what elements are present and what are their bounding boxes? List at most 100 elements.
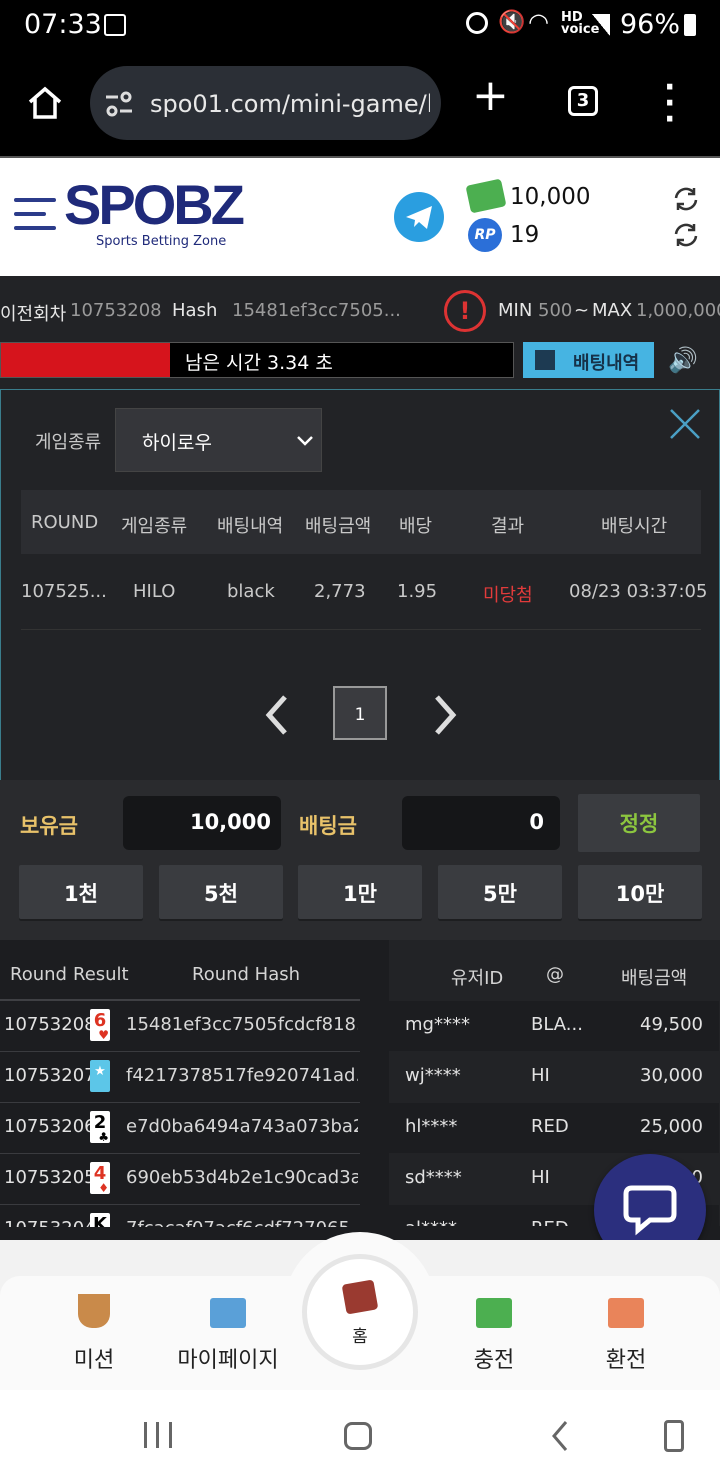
history-round: 10753205 (4, 1167, 96, 1188)
nav-item-withdraw[interactable]: 환전 (586, 1292, 666, 1373)
nav-deposit-label: 충전 (473, 1348, 515, 1373)
min-label: MIN (498, 300, 533, 321)
user-bet-row: wj**** HI 30,000 (389, 1052, 719, 1102)
prev-round-value: 10753208 (70, 300, 162, 321)
recent-apps-icon[interactable] (144, 1422, 172, 1448)
rp-value: 19 (510, 222, 540, 248)
next-page-icon[interactable] (431, 694, 459, 736)
logo-tagline: Sports Betting Zone (96, 234, 227, 249)
deposit-icon (476, 1298, 512, 1328)
chip-5k-button[interactable]: 5천 (159, 865, 283, 921)
user-amount: 49,500 (640, 1014, 703, 1035)
card-icon: K♣ (90, 1213, 110, 1227)
withdraw-icon (608, 1298, 644, 1328)
alarm-icon (466, 12, 488, 34)
money-icon (465, 178, 507, 214)
user-id: al**** (405, 1218, 457, 1226)
history-row: 10753206 2 ♣ e7d0ba6494a743a073ba2... (0, 1103, 360, 1154)
user-bet: BLA... (531, 1014, 583, 1035)
home-button-icon[interactable] (344, 1422, 372, 1450)
user-header-amount: 배팅금액 (621, 968, 688, 989)
bet-amount: 0 (529, 810, 544, 834)
history-hash: 15481ef3cc7505fcdcf818... (126, 1014, 358, 1035)
user-bet: RED (531, 1116, 569, 1137)
history-hash: f4217378517fe920741ad... (126, 1065, 358, 1086)
signal-icon (592, 14, 610, 36)
nav-item-home[interactable]: 홈 (284, 1232, 436, 1382)
bet-controls: 보유금 10,000 배팅금 0 정정 1천 5천 1만 5만 10만 (0, 780, 720, 940)
refresh-balance-icon[interactable] (672, 186, 700, 212)
card-rank: K (93, 1214, 107, 1227)
more-icon[interactable]: · · · (664, 73, 675, 135)
home-icon[interactable] (26, 84, 64, 122)
max-value: 1,000,000 (636, 300, 720, 321)
hash-value: 15481ef3cc7505... (232, 300, 401, 321)
status-time: 07:33 (24, 9, 102, 40)
user-bet: RED (531, 1218, 569, 1226)
back-icon[interactable] (550, 1420, 570, 1452)
site-settings-icon[interactable] (104, 90, 134, 118)
tabs-icon[interactable]: 3 (568, 86, 598, 116)
battery-percent: 96% (619, 9, 680, 40)
chip-1k-button[interactable]: 1천 (19, 865, 143, 921)
user-bet: HI (531, 1065, 550, 1086)
cell-amount: 2,773 (314, 581, 366, 602)
prev-round-label: 이전회차 (0, 304, 67, 325)
chip-50k-button[interactable]: 5만 (438, 865, 562, 921)
game-info-bar: 이전회차 10753208 Hash 15481ef3cc7505... ! M… (0, 276, 720, 390)
history-row: 10753204 K♣ 7fcacaf07acf6cdf727065... (0, 1205, 360, 1227)
dice-icon (341, 1279, 379, 1315)
chip-10k-button[interactable]: 1만 (298, 865, 422, 921)
browser-toolbar: spo01.com/mini-game/hilo + 3 ··· (0, 52, 720, 156)
history-row: 10753205 4 ♦ 690eb53d4b2e1c90cad3a... (0, 1154, 360, 1205)
url-text[interactable]: spo01.com/mini-game/hilo (150, 90, 430, 118)
card-suit: ♥ (98, 1028, 109, 1042)
cell-result: 미당첨 (483, 585, 533, 606)
rp-icon: RP (468, 218, 502, 252)
prev-page-icon[interactable] (263, 694, 291, 736)
joker-card-icon: ★ (90, 1060, 110, 1092)
telegram-icon[interactable] (394, 192, 444, 242)
history-header-result: Result (73, 964, 129, 985)
user-id: sd**** (405, 1167, 462, 1188)
history-hash: 7fcacaf07acf6cdf727065... (126, 1218, 358, 1227)
page-number[interactable]: 1 (333, 686, 387, 740)
cell-bet: black (227, 581, 275, 602)
card-suit: ♣ (98, 1130, 109, 1144)
user-bet-row: hl**** RED 25,000 (389, 1103, 719, 1153)
rotate-icon[interactable] (664, 1420, 684, 1452)
hash-label: Hash (172, 300, 218, 321)
card-icon: 4 ♦ (90, 1162, 110, 1194)
user-amount: 25,000 (640, 1116, 703, 1137)
nav-mypage-label: 마이페이지 (177, 1348, 279, 1373)
history-row: 10753207 ★ f4217378517fe920741ad... (0, 1052, 360, 1103)
warning-icon[interactable]: ! (444, 290, 486, 332)
betting-history-button[interactable]: 배팅내역 (523, 342, 654, 378)
list-icon (535, 350, 555, 370)
speaker-icon[interactable]: 🔊 (668, 346, 698, 374)
nav-item-mypage[interactable]: 마이페이지 (176, 1292, 280, 1373)
site-logo[interactable]: SPOBZ (64, 172, 245, 237)
refresh-rp-icon[interactable] (672, 222, 700, 248)
menu-icon[interactable] (14, 198, 56, 230)
card-icon: 6 ♥ (90, 1009, 110, 1041)
nav-item-mission[interactable]: 미션 (54, 1292, 134, 1373)
user-bet: HI (531, 1167, 550, 1188)
history-round: 10753206 (4, 1116, 96, 1137)
user-header-at: @ (546, 964, 564, 985)
history-row: 10753208 6 ♥ 15481ef3cc7505fcdcf818... (0, 1001, 360, 1052)
holding-label: 보유금 (20, 814, 78, 838)
bet-history-panel: 게임종류 하이로우 ROUND 게임종류 배팅내역 배팅금액 배당 결과 배팅시… (0, 389, 720, 781)
bet-amount-field[interactable]: 0 (402, 796, 560, 850)
cell-round: 107525... (21, 581, 107, 602)
correct-button[interactable]: 정정 (578, 794, 700, 852)
timer-text: 남은 시간 3.34 초 (185, 352, 333, 374)
balance-value: 10,000 (510, 184, 591, 210)
history-round: 10753204 (4, 1218, 96, 1227)
timer-bar: 남은 시간 3.34 초 (0, 342, 514, 378)
add-tab-icon[interactable]: + (472, 70, 509, 121)
history-header-round: Round (10, 964, 67, 985)
user-id: mg**** (405, 1014, 470, 1035)
nav-item-deposit[interactable]: 충전 (454, 1292, 534, 1373)
chip-100k-button[interactable]: 10만 (578, 865, 702, 921)
